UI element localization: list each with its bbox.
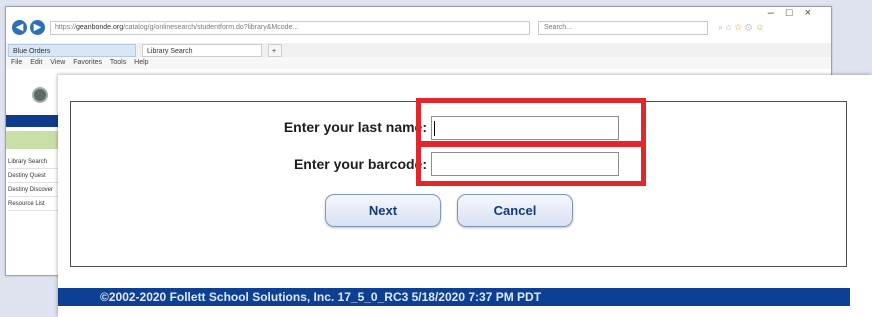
close-button[interactable]: × (805, 7, 823, 19)
gear-icon[interactable]: ⚙ (745, 22, 755, 32)
browser-toolbar-icons: ⌕⌂☆⚙☺ (718, 22, 767, 33)
menu-file[interactable]: File (11, 59, 22, 66)
menu-tools[interactable]: Tools (110, 59, 126, 66)
sidebar-item-destiny-discover[interactable]: Destiny Discover (8, 183, 60, 197)
login-form: Enter your last name: Enter your barcode… (70, 98, 847, 267)
menu-view[interactable]: View (50, 59, 65, 66)
back-arrow-icon[interactable]: ◀ (12, 20, 27, 35)
window-controls: –□× (768, 7, 823, 19)
star-icon[interactable]: ☆ (734, 22, 744, 32)
address-host: geanbonde.org (76, 24, 124, 31)
sidebar-header-bar (6, 115, 60, 127)
copyright-footer: ©2002-2020 Follett School Solutions, Inc… (58, 288, 850, 306)
address-bar[interactable]: https://geanbonde.org/catalog/g/onlinese… (50, 21, 530, 35)
library-sidebar: Library Search Destiny Quest Destiny Dis… (6, 69, 60, 275)
menu-edit[interactable]: Edit (30, 59, 42, 66)
sidebar-highlight-bar (6, 131, 60, 149)
sidebar-links: Library Search Destiny Quest Destiny Dis… (8, 155, 60, 211)
barcode-highlight-box (416, 142, 646, 186)
sidebar-item-destiny-quest[interactable]: Destiny Quest (8, 169, 60, 183)
tab-strip: Blue Orders Library Search + (6, 43, 831, 57)
minimize-button[interactable]: – (768, 7, 786, 19)
last-name-highlight-box (416, 98, 646, 146)
maximize-button[interactable]: □ (786, 7, 805, 19)
sidebar-item-library-search[interactable]: Library Search (8, 155, 60, 169)
barcode-label: Enter your barcode: (293, 156, 427, 172)
login-panel: Enter your last name: Enter your barcode… (58, 75, 872, 317)
address-path: /catalog/g/onlinesearch/studentform.do?l… (123, 24, 299, 31)
next-button[interactable]: Next (325, 194, 441, 227)
search-icon[interactable]: ⌕ (718, 22, 726, 32)
library-logo (32, 87, 48, 103)
browser-search-input[interactable]: Search... (538, 21, 708, 35)
new-tab-button[interactable]: + (268, 44, 282, 57)
cancel-button[interactable]: Cancel (457, 194, 573, 227)
menu-help[interactable]: Help (134, 59, 148, 66)
menu-favorites[interactable]: Favorites (73, 59, 102, 66)
smiley-icon[interactable]: ☺ (755, 22, 767, 32)
sidebar-item-resource-list[interactable]: Resource List (8, 197, 60, 211)
menu-bar: File Edit View Favorites Tools Help (6, 57, 831, 69)
address-scheme: https:// (55, 24, 77, 31)
browser-search-placeholder: Search... (544, 24, 573, 31)
tab-library-search[interactable]: Library Search (142, 44, 262, 57)
last-name-label: Enter your last name: (283, 119, 427, 135)
browser-titlebar: ◀ ▶ https://geanbonde.org/catalog/g/onli… (6, 7, 831, 43)
tab-blue-orders[interactable]: Blue Orders (8, 44, 136, 57)
forward-arrow-icon[interactable]: ▶ (30, 20, 45, 35)
